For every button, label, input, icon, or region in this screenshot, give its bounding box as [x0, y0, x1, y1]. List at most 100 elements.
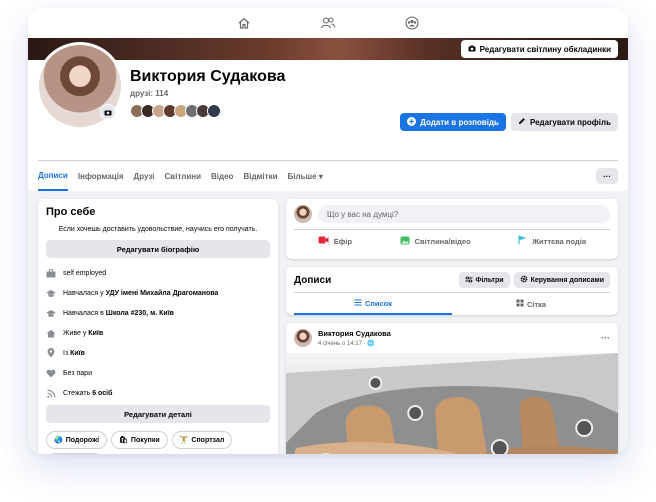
view-list-label: Список — [364, 298, 393, 308]
hobby-icon: 🛍 — [119, 437, 128, 444]
cover-photo[interactable]: Редагувати світлину обкладинки — [28, 38, 628, 60]
hobby-label: Спортзал — [191, 436, 225, 444]
composer-action-label: Життєва подія — [532, 236, 587, 246]
photo-icon — [400, 236, 410, 247]
intro-details: self employed Навчалася у УДУ імені Михай… — [46, 268, 270, 398]
top-nav — [28, 8, 628, 38]
posts-header: Дописи Фільтри Керування дописами Список… — [286, 267, 618, 315]
sliders-icon — [465, 275, 473, 285]
view-grid-label: Сітка — [526, 299, 547, 309]
add-story-button[interactable]: Додати в розповідь — [400, 113, 506, 131]
view-grid-tab[interactable]: Сітка — [452, 293, 610, 315]
intro-detail-text: self employed — [63, 269, 107, 277]
intro-detail-text: Без пари — [63, 369, 92, 377]
composer-action-label: Ефір — [333, 236, 353, 246]
profile-name: Виктория Судакова — [130, 68, 286, 85]
filters-button[interactable]: Фільтри — [458, 272, 510, 288]
house-icon — [46, 328, 56, 338]
intro-detail: Навчалася у УДУ імені Михайла Драгоманов… — [46, 288, 270, 298]
tab-5[interactable]: Відмітки — [243, 161, 277, 191]
hobby-icon: 🌏 — [54, 437, 63, 444]
avatar-camera-icon[interactable] — [100, 104, 116, 120]
intro-detail-link[interactable]: Київ — [70, 350, 85, 357]
content-columns: Про себе Если хочешь доставить удовольст… — [28, 191, 628, 454]
briefcase-icon — [46, 268, 56, 278]
composer-divider — [294, 229, 610, 230]
pencil-icon — [518, 117, 526, 127]
manage-posts-button[interactable]: Керування дописами — [513, 272, 610, 288]
car-interior-image — [286, 353, 618, 454]
intro-detail-link[interactable]: Школа #230, м. Київ — [106, 310, 174, 317]
filters-label: Фільтри — [475, 276, 504, 284]
live-video-icon — [318, 236, 329, 246]
plus-circle-icon — [407, 116, 417, 128]
graduation-cap-icon — [46, 288, 56, 298]
hobby-chip[interactable]: 🛍 Покупки — [111, 431, 168, 449]
tab-3[interactable]: Світлини — [165, 161, 201, 191]
hobby-icon: 🏋 — [179, 437, 189, 444]
edit-cover-label: Редагувати світлину обкладинки — [479, 44, 611, 54]
groups-icon[interactable] — [394, 11, 430, 35]
tab-4[interactable]: Відео — [211, 161, 233, 191]
hobby-label: Подорожі — [65, 436, 100, 444]
tab-1[interactable]: Інформація — [78, 161, 124, 191]
grid-icon — [516, 299, 524, 309]
home-icon[interactable] — [226, 11, 262, 35]
composer-action-0[interactable]: Ефір — [318, 235, 352, 247]
posts-title: Дописи — [294, 274, 332, 286]
friends-count[interactable]: друзі: 114 — [130, 89, 285, 98]
graduation-cap-icon — [46, 308, 56, 318]
intro-detail-text: Навчалася в Школа #230, м. Київ — [63, 309, 174, 317]
intro-detail-link[interactable]: Київ — [88, 330, 103, 337]
intro-detail-link[interactable]: 6 осіб — [92, 390, 112, 397]
hobbies: 🌏Подорожі🛍Покупки🏋Спортзал📖Читання — [46, 431, 270, 454]
hobby-chip[interactable]: 🏋 Спортзал — [171, 431, 233, 449]
post-author[interactable]: Виктория Судакова — [318, 329, 391, 338]
edit-bio-button[interactable]: Редагувати біографію — [46, 240, 270, 258]
post-more-button[interactable]: ··· — [601, 333, 610, 343]
post-composer: Що у вас на думці? Ефір Світлина/відео Жит… — [286, 199, 618, 259]
composer-input[interactable]: Що у вас на думці? — [318, 205, 610, 223]
hobby-chip[interactable]: 🌏 Подорожі — [46, 431, 108, 449]
profile-info: Виктория Судакова друзі: 114 — [130, 68, 285, 118]
tabs-more-button[interactable]: ··· — [596, 168, 618, 184]
tab-2[interactable]: Друзі — [134, 161, 155, 191]
hobby-label: Покупки — [130, 436, 160, 444]
avatar[interactable] — [294, 329, 312, 347]
intro-detail: Із Київ — [46, 348, 270, 358]
friend-avatars[interactable] — [130, 104, 285, 118]
edit-profile-button[interactable]: Редагувати профіль — [510, 113, 618, 131]
view-list-tab[interactable]: Список — [294, 293, 452, 315]
tab-6[interactable]: Більше ▾ — [288, 161, 323, 191]
profile-actions: Додати в розповідь Редагувати профіль — [400, 113, 618, 131]
friend-avatar[interactable] — [207, 104, 221, 118]
add-story-label: Додати в розповідь — [420, 117, 499, 127]
post-timestamp[interactable]: 4 січень о 14:17 · 🌐 — [318, 340, 391, 347]
post-card: Виктория Судакова 4 січень о 14:17 · 🌐 ·… — [286, 323, 618, 454]
intro-detail-text: Живе у Київ — [63, 329, 104, 337]
heart-icon — [46, 368, 56, 378]
edit-cover-button[interactable]: Редагувати світлину обкладинки — [460, 40, 618, 58]
intro-detail-link[interactable]: УДУ імені Михайла Драгоманова — [106, 290, 219, 297]
composer-action-1[interactable]: Світлина/відео — [400, 235, 471, 247]
intro-title: Про себе — [46, 206, 96, 218]
composer-action-2[interactable]: Життєва подія — [518, 235, 586, 247]
intro-card: Про себе Если хочешь доставить удовольст… — [38, 199, 278, 454]
rss-icon — [46, 388, 56, 398]
intro-detail-text: Навчалася у УДУ імені Михайла Драгоманов… — [63, 289, 219, 297]
intro-detail: self employed — [46, 268, 270, 278]
intro-detail-text: Стежать 6 осіб — [63, 389, 113, 397]
composer-action-label: Світлина/відео — [414, 236, 471, 246]
manage-posts-label: Керування дописами — [530, 276, 604, 284]
edit-details-button[interactable]: Редагувати деталі — [46, 405, 270, 423]
right-column: Що у вас на думці? Ефір Світлина/відео Жит… — [286, 199, 618, 454]
post-image[interactable] — [286, 353, 618, 454]
profile-tabs: Дописи Інформація Друзі Світлини Відео Відміт… — [28, 161, 628, 191]
friends-icon[interactable] — [310, 11, 346, 35]
intro-detail: Стежать 6 осіб — [46, 388, 270, 398]
edit-profile-label: Редагувати профіль — [529, 117, 611, 127]
intro-detail: Навчалася в Школа #230, м. Київ — [46, 308, 270, 318]
hobby-chip[interactable]: 📖Читання — [46, 453, 103, 454]
profile-avatar[interactable] — [36, 42, 124, 130]
tab-0[interactable]: Дописи — [38, 161, 68, 191]
